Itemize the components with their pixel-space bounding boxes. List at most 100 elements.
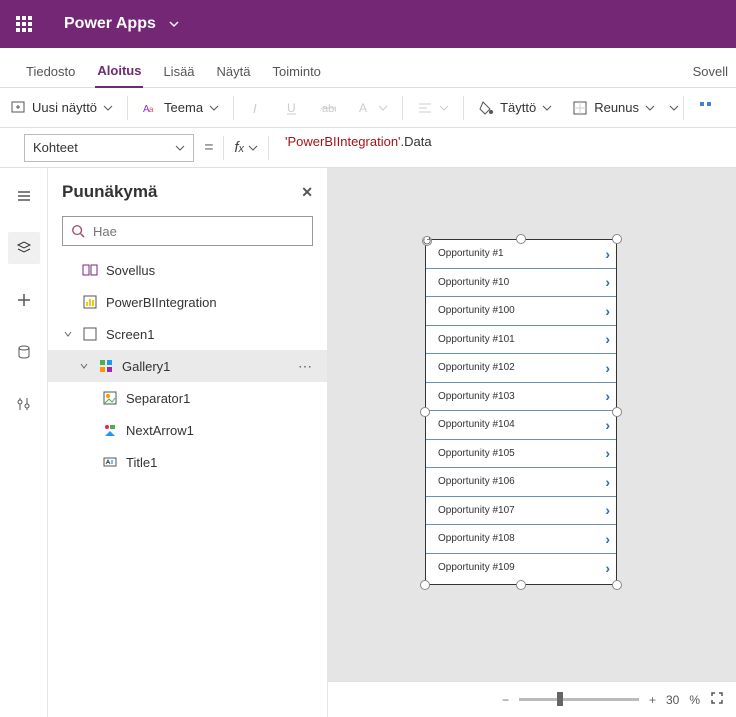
expand-icon[interactable] <box>78 361 90 371</box>
svg-text:U: U <box>287 101 296 115</box>
fit-screen-icon[interactable] <box>710 691 724 708</box>
gallery-row-label: Opportunity #105 <box>438 448 515 459</box>
resize-handle-e[interactable] <box>612 407 622 417</box>
resize-handle-ne[interactable] <box>612 234 622 244</box>
chevron-down-icon[interactable] <box>669 103 679 113</box>
tree-node-gallery[interactable]: Gallery1 ⋯ <box>48 350 327 382</box>
italic-icon: I <box>248 100 264 116</box>
tab-action[interactable]: Toiminto <box>271 54 323 87</box>
italic-button[interactable]: I <box>238 88 274 128</box>
align-button[interactable] <box>407 88 459 128</box>
font-color-button[interactable]: A <box>346 88 398 128</box>
chevron-right-icon[interactable]: › <box>605 331 610 347</box>
chevron-down-icon[interactable] <box>168 18 180 30</box>
tree-node-label: NextArrow1 <box>126 423 194 438</box>
more-icon[interactable]: ⋯ <box>298 358 313 375</box>
chevron-right-icon[interactable]: › <box>605 445 610 461</box>
tree-node-title[interactable]: Title1 <box>48 446 327 478</box>
tree-node-powerbi[interactable]: PowerBIIntegration <box>48 286 327 318</box>
tree-node-app[interactable]: Sovellus <box>48 254 327 286</box>
gallery-row-label: Opportunity #104 <box>438 419 515 430</box>
insert-button[interactable] <box>8 284 40 316</box>
gallery-row[interactable]: Opportunity #105 › <box>426 440 616 469</box>
gallery-row-label: Opportunity #106 <box>438 476 515 487</box>
resize-handle-n[interactable] <box>516 234 526 244</box>
data-button[interactable] <box>8 336 40 368</box>
gallery-row[interactable]: Opportunity #108› <box>426 525 616 554</box>
tree-node-screen[interactable]: Screen1 <box>48 318 327 350</box>
resize-handle-w[interactable] <box>420 407 430 417</box>
waffle-icon[interactable] <box>0 0 48 48</box>
formula-input[interactable]: 'PowerBIIntegration'.Data <box>279 134 712 162</box>
tools-button[interactable] <box>8 388 40 420</box>
tab-file[interactable]: Tiedosto <box>24 54 77 87</box>
gallery-row[interactable]: Opportunity #109› <box>426 554 616 583</box>
theme-icon: Aa <box>142 100 158 116</box>
plus-icon <box>16 292 32 308</box>
equals-sign: = <box>204 139 213 157</box>
toolbar-divider <box>402 96 403 120</box>
tab-view[interactable]: Näytä <box>215 54 253 87</box>
resize-handle-sw[interactable] <box>420 580 430 590</box>
new-screen-button[interactable]: Uusi näyttö <box>0 88 123 128</box>
zoom-slider[interactable] <box>519 698 639 701</box>
gallery-row[interactable]: Opportunity #107› <box>426 497 616 526</box>
search-input[interactable] <box>93 224 304 239</box>
gallery-row[interactable]: Opportunity #104 › <box>426 411 616 440</box>
chevron-right-icon[interactable]: › <box>605 502 610 518</box>
fx-button[interactable]: fx <box>234 139 258 156</box>
theme-label: Teema <box>164 100 203 115</box>
chevron-right-icon[interactable]: › <box>605 246 610 262</box>
strike-button[interactable]: abc <box>310 88 346 128</box>
app-icon <box>82 262 98 278</box>
menu-tabs: Tiedosto Aloitus Lisää Näytä Toiminto So… <box>0 48 736 88</box>
resize-handle-s[interactable] <box>516 580 526 590</box>
gallery-row[interactable]: Opportunity #106 › <box>426 468 616 497</box>
hamburger-button[interactable] <box>8 180 40 212</box>
gallery-row[interactable]: Opportunity #102› <box>426 354 616 383</box>
tree-view-button[interactable] <box>8 232 40 264</box>
gallery-row[interactable]: Opportunity #103› <box>426 383 616 412</box>
expand-icon[interactable] <box>62 329 74 339</box>
gallery-control[interactable]: Opportunity #1›Opportunity #10›Opportuni… <box>425 239 617 585</box>
gallery-row[interactable]: Opportunity #1› <box>426 240 616 269</box>
zoom-thumb[interactable] <box>557 692 563 706</box>
resize-handle-se[interactable] <box>612 580 622 590</box>
zoom-out-button[interactable]: − <box>502 693 509 707</box>
property-selector[interactable]: Kohteet <box>24 134 194 162</box>
toolbar-divider <box>127 96 128 120</box>
close-icon[interactable]: ✕ <box>301 184 313 201</box>
tree-search[interactable] <box>62 216 313 246</box>
fill-icon <box>478 100 494 116</box>
strikethrough-icon: abc <box>320 100 336 116</box>
gallery-row[interactable]: Opportunity #100› <box>426 297 616 326</box>
tab-home[interactable]: Aloitus <box>95 53 143 88</box>
zoom-in-button[interactable]: + <box>649 693 656 707</box>
canvas[interactable]: Opportunity #1›Opportunity #10›Opportuni… <box>328 168 736 717</box>
gallery-row[interactable]: Opportunity #10› <box>426 269 616 298</box>
search-icon <box>71 224 85 238</box>
tab-insert[interactable]: Lisää <box>161 54 196 87</box>
border-button[interactable]: Reunus <box>562 88 665 128</box>
chevron-right-icon[interactable]: › <box>605 303 610 319</box>
formula-string: 'PowerBIIntegration' <box>285 134 401 149</box>
chevron-right-icon[interactable]: › <box>605 474 610 490</box>
gallery-row[interactable]: Opportunity #101› <box>426 326 616 355</box>
divider <box>268 136 269 160</box>
more-button[interactable] <box>688 88 724 128</box>
tree-node-nextarrow[interactable]: NextArrow1 <box>48 414 327 446</box>
underline-button[interactable]: U <box>274 88 310 128</box>
chevron-right-icon[interactable]: › <box>605 274 610 290</box>
rotate-handle[interactable] <box>422 236 432 246</box>
new-screen-label: Uusi näyttö <box>32 100 97 115</box>
chevron-right-icon[interactable]: › <box>605 360 610 376</box>
chevron-right-icon[interactable]: › <box>605 388 610 404</box>
chevron-right-icon[interactable]: › <box>605 417 610 433</box>
tree-node-separator[interactable]: Separator1 <box>48 382 327 414</box>
fill-button[interactable]: Täyttö <box>468 88 562 128</box>
chevron-down-icon <box>209 103 219 113</box>
theme-button[interactable]: Aa Teema <box>132 88 229 128</box>
gallery-selection[interactable]: Opportunity #1›Opportunity #10›Opportuni… <box>425 239 617 585</box>
chevron-right-icon[interactable]: › <box>605 560 610 576</box>
chevron-right-icon[interactable]: › <box>605 531 610 547</box>
